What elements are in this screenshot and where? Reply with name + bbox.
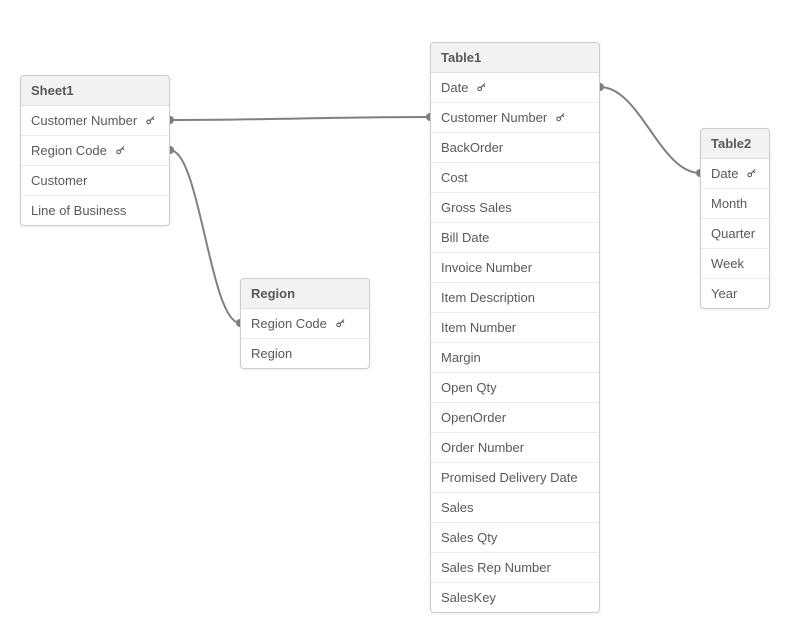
field-row[interactable]: Month [701,189,769,219]
field-label: Customer Number [441,110,547,125]
field-label: Year [711,286,737,301]
field-row[interactable]: Customer Number [431,103,599,133]
field-label: Order Number [441,440,524,455]
field-row[interactable]: Sales [431,493,599,523]
table-region[interactable]: Region Region Code Region [240,278,370,369]
table-header[interactable]: Sheet1 [21,76,169,106]
connection-line [170,117,430,120]
key-icon [115,144,126,159]
field-label: Month [711,196,747,211]
key-icon [555,111,566,126]
field-row[interactable]: Gross Sales [431,193,599,223]
table-header[interactable]: Table1 [431,43,599,73]
field-label: Line of Business [31,203,126,218]
field-row[interactable]: Sales Qty [431,523,599,553]
field-row[interactable]: Week [701,249,769,279]
field-row[interactable]: Cost [431,163,599,193]
field-label: Item Description [441,290,535,305]
field-row[interactable]: SalesKey [431,583,599,612]
field-label: Region Code [31,143,107,158]
field-label: Invoice Number [441,260,532,275]
field-row[interactable]: Date [431,73,599,103]
field-row[interactable]: Date [701,159,769,189]
field-row[interactable]: Quarter [701,219,769,249]
field-row[interactable]: Region [241,339,369,368]
field-row[interactable]: Item Description [431,283,599,313]
key-icon [335,317,346,332]
field-label: Gross Sales [441,200,512,215]
field-row[interactable]: Year [701,279,769,308]
key-icon [145,114,156,129]
field-label: Item Number [441,320,516,335]
field-row[interactable]: Line of Business [21,196,169,225]
field-row[interactable]: Invoice Number [431,253,599,283]
field-row[interactable]: Order Number [431,433,599,463]
field-row[interactable]: Customer [21,166,169,196]
field-label: Open Qty [441,380,497,395]
table-table2[interactable]: Table2 Date Month Quarter Week Year [700,128,770,309]
field-row[interactable]: OpenOrder [431,403,599,433]
connection-line [170,150,240,323]
field-row[interactable]: Sales Rep Number [431,553,599,583]
key-icon [746,167,757,182]
field-label: Sales Qty [441,530,497,545]
table-table1[interactable]: Table1 Date Customer Number BackOrder Cost… [430,42,600,613]
table-header[interactable]: Region [241,279,369,309]
field-label: Customer Number [31,113,137,128]
field-label: Quarter [711,226,755,241]
field-row[interactable]: Item Number [431,313,599,343]
field-label: Sales Rep Number [441,560,551,575]
field-label: Cost [441,170,468,185]
field-label: Week [711,256,744,271]
field-label: Date [441,80,468,95]
field-row[interactable]: Bill Date [431,223,599,253]
field-row[interactable]: Promised Delivery Date [431,463,599,493]
field-row[interactable]: Region Code [21,136,169,166]
field-label: BackOrder [441,140,503,155]
field-row[interactable]: Open Qty [431,373,599,403]
field-label: Sales [441,500,474,515]
key-icon [476,81,487,96]
field-label: SalesKey [441,590,496,605]
field-row[interactable]: BackOrder [431,133,599,163]
field-row[interactable]: Customer Number [21,106,169,136]
field-label: Date [711,166,738,181]
table-sheet1[interactable]: Sheet1 Customer Number Region Code Custom… [20,75,170,226]
field-label: Region [251,346,292,361]
field-label: Margin [441,350,481,365]
field-label: Customer [31,173,87,188]
field-row[interactable]: Margin [431,343,599,373]
field-row[interactable]: Region Code [241,309,369,339]
table-header[interactable]: Table2 [701,129,769,159]
field-label: OpenOrder [441,410,506,425]
field-label: Bill Date [441,230,489,245]
connection-line [600,87,700,173]
field-label: Region Code [251,316,327,331]
field-label: Promised Delivery Date [441,470,578,485]
